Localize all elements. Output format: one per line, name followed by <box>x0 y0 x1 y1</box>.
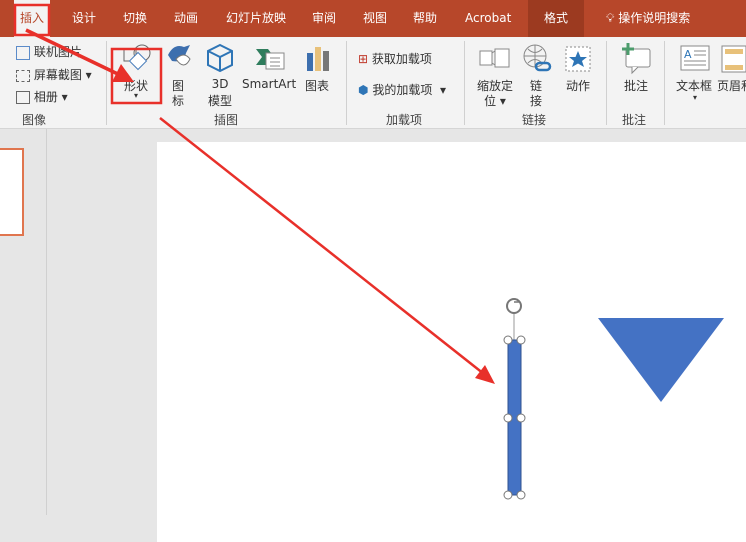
resize-handle[interactable] <box>516 335 526 345</box>
rotate-handle-icon[interactable] <box>506 298 522 314</box>
arrow-icon <box>159 117 495 384</box>
annotation-overlay <box>13 3 724 500</box>
resize-handle[interactable] <box>516 490 526 500</box>
selected-line-shape[interactable] <box>503 298 526 500</box>
resize-handle[interactable] <box>503 335 513 345</box>
arrow-icon <box>25 28 134 82</box>
highlight-insert-tab <box>13 3 51 37</box>
resize-handle[interactable] <box>503 490 513 500</box>
triangle-shape[interactable] <box>598 318 724 402</box>
resize-handle[interactable] <box>503 413 513 423</box>
resize-handle[interactable] <box>516 413 526 423</box>
